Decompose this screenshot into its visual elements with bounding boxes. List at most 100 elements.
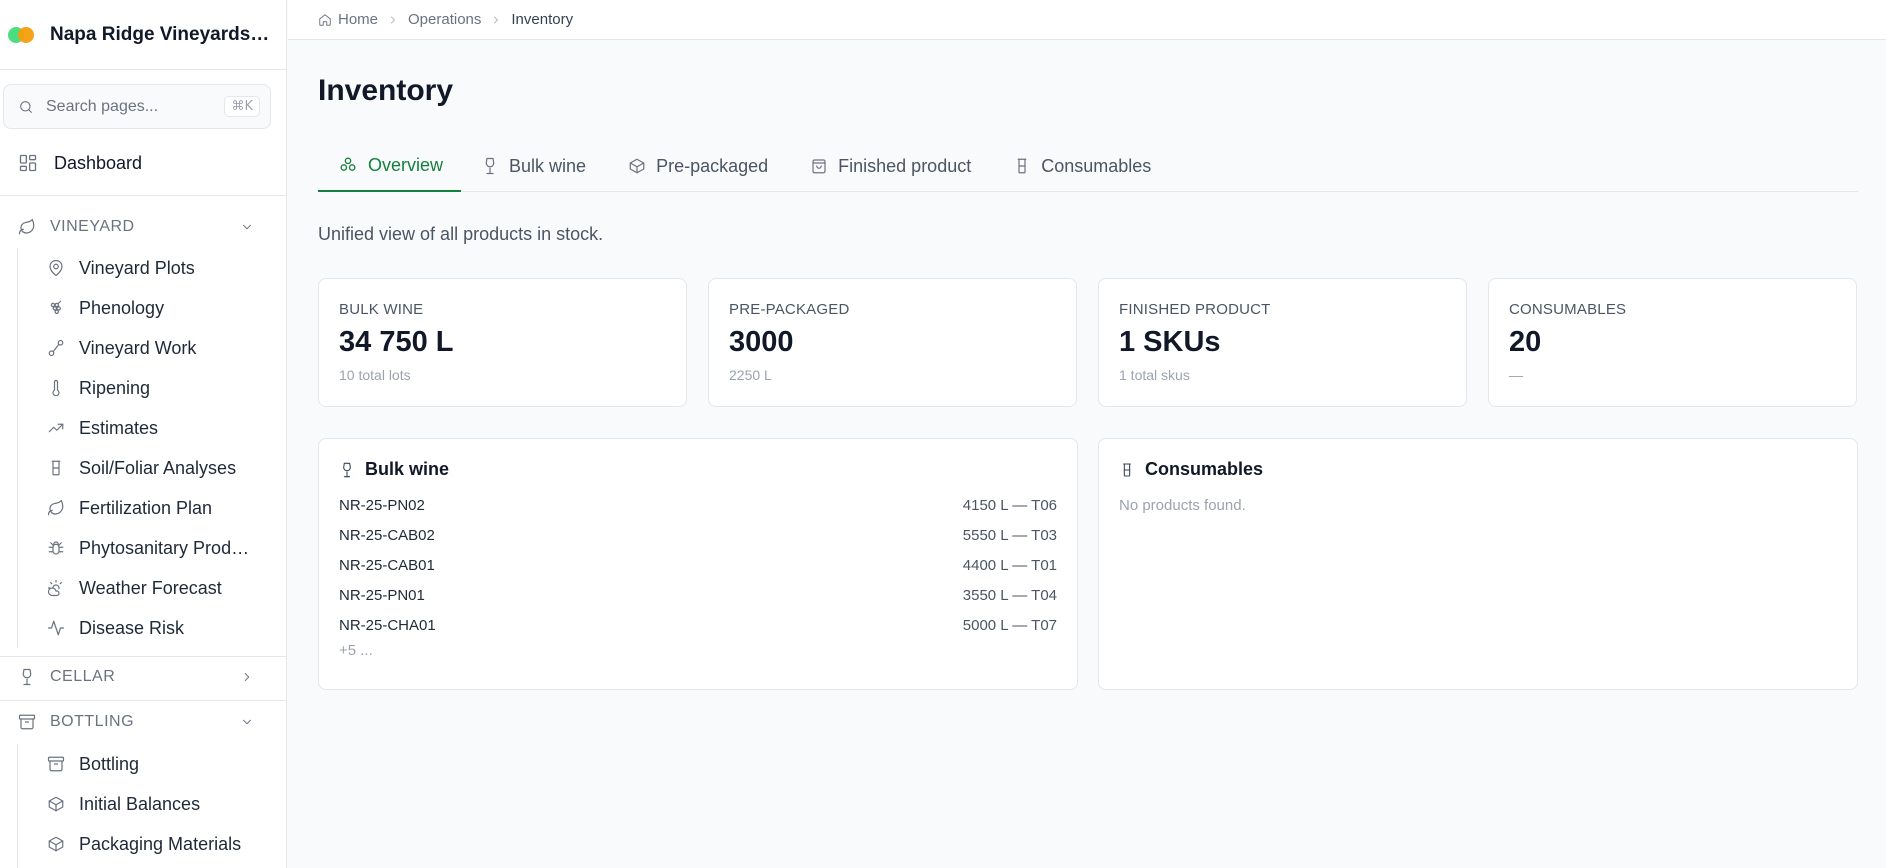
cloud-sun-icon (47, 579, 62, 597)
stat-card-consumables: CONSUMABLES 20 — (1488, 278, 1857, 407)
search-icon (18, 99, 34, 115)
sidebar-item-bottling[interactable]: Bottling (18, 744, 257, 784)
beaker-icon (1123, 462, 1131, 477)
sidebar-item-label: Bottling (79, 753, 140, 774)
sidebar-divider (0, 195, 286, 196)
stat-value: 20 (1509, 326, 1542, 358)
chevron-down-icon (240, 715, 254, 729)
breadcrumb-home[interactable]: Home (318, 11, 378, 28)
package-icon (48, 796, 64, 812)
list-item[interactable]: NR-25-PN02 4150 L — T06 (339, 490, 1057, 520)
sidebar-item-phenology[interactable]: Phenology (18, 288, 257, 328)
archive-icon (18, 713, 36, 731)
bulk-wine-panel: Bulk wine NR-25-PN02 4150 L — T06 NR-25-… (318, 438, 1078, 690)
trending-up-icon (48, 423, 64, 433)
app-logo (8, 26, 36, 44)
stat-value: 1 SKUs (1119, 326, 1221, 358)
list-item[interactable]: NR-25-CHA01 5000 L — T07 (339, 610, 1057, 640)
breadcrumb-label: Home (338, 11, 379, 28)
tab-bulk-wine[interactable]: Bulk wine (461, 140, 608, 192)
leaf-icon (18, 218, 36, 236)
sidebar-section-bottling[interactable]: BOTTLING (0, 707, 286, 737)
sidebar-item-estimates[interactable]: Estimates (18, 408, 257, 448)
sidebar-item-label: Soil/Foliar Analyses (79, 457, 237, 478)
panel-title: Bulk wine (365, 459, 450, 479)
tab-pre-packaged[interactable]: Pre-packaged (608, 140, 790, 192)
tab-consumables[interactable]: Consumables (993, 140, 1173, 192)
stat-subtext: 1 total skus (1119, 367, 1190, 383)
section-label: CELLAR (50, 668, 116, 685)
archive-icon (47, 756, 65, 772)
sidebar-item-label: Disease Risk (79, 617, 185, 638)
sidebar-item-label: Weather Forecast (79, 577, 222, 598)
sidebar-section-cellar[interactable]: CELLAR (0, 662, 286, 692)
grape-icon (50, 300, 62, 315)
stat-card-pre-packaged: PRE-PACKAGED 3000 2250 L (708, 278, 1077, 407)
list-item[interactable]: NR-25-CAB01 4400 L — T01 (339, 550, 1057, 580)
home-icon (319, 13, 331, 26)
tab-label: Finished product (838, 155, 972, 176)
bug-icon (48, 541, 64, 555)
search-placeholder: Search pages... (46, 97, 159, 115)
sidebar-divider (0, 700, 286, 701)
sidebar-item-soil-foliar-analyses[interactable]: Soil/Foliar Analyses (18, 448, 257, 488)
wine-icon (18, 668, 36, 686)
stat-card-bulk-wine: BULK WINE 34 750 L 10 total lots (318, 278, 687, 407)
sidebar-item-ripening[interactable]: Ripening (18, 368, 257, 408)
lot-code: NR-25-CHA01 (339, 616, 436, 634)
lot-code: NR-25-CAB02 (339, 526, 435, 544)
sidebar-item-label: Estimates (79, 417, 159, 438)
brand-header[interactable]: Napa Ridge Vineyards & Winery (0, 0, 286, 70)
activity-icon (47, 620, 65, 636)
stat-subtext: 2250 L (729, 367, 772, 383)
wine-glass-icon (343, 462, 351, 477)
stat-value: 3000 (729, 326, 794, 358)
sidebar-item-phytosanitary-products[interactable]: Phytosanitary Products (18, 528, 257, 568)
sidebar: Napa Ridge Vineyards & Winery Search pag… (0, 0, 287, 868)
section-label: VINEYARD (50, 218, 135, 235)
more-items-link[interactable]: +5 ... (339, 642, 1057, 659)
route-icon (48, 339, 64, 357)
tab-overview[interactable]: Overview (318, 140, 462, 192)
breadcrumb-operations[interactable]: Operations (408, 11, 481, 28)
stat-label: CONSUMABLES (1509, 301, 1627, 318)
bottling-submenu: Bottling Initial Balances Packaging Mate… (17, 744, 257, 868)
sidebar-item-label: Phenology (79, 297, 165, 318)
chevron-right-icon (240, 670, 254, 684)
list-item[interactable]: NR-25-CAB02 5550 L — T03 (339, 520, 1057, 550)
breadcrumb-current: Inventory (511, 11, 574, 28)
sidebar-item-label: Ripening (79, 377, 151, 398)
thermometer-icon (52, 379, 60, 397)
sidebar-item-label: Packaging Materials (79, 833, 242, 854)
list-item[interactable]: NR-25-PN01 3550 L — T04 (339, 580, 1057, 610)
tab-finished-product[interactable]: Finished product (790, 140, 993, 192)
sidebar-item-vineyard-work[interactable]: Vineyard Work (18, 328, 257, 368)
sidebar-item-disease-risk[interactable]: Disease Risk (18, 608, 257, 648)
search-input[interactable]: Search pages... ⌘K (3, 84, 271, 129)
page-description: Unified view of all products in stock. (318, 224, 604, 244)
search-shortcut: ⌘K (224, 96, 260, 117)
sidebar-item-dashboard[interactable]: Dashboard (0, 148, 286, 178)
lot-detail: 5550 L — T03 (962, 526, 1057, 544)
lot-code: NR-25-PN01 (339, 586, 425, 604)
stat-subtext: 10 total lots (339, 367, 411, 383)
sidebar-item-weather-forecast[interactable]: Weather Forecast (18, 568, 257, 608)
sidebar-divider (0, 656, 286, 657)
lot-detail: 3550 L — T04 (962, 586, 1057, 604)
package-icon (48, 836, 64, 852)
tab-label: Pre-packaged (656, 155, 769, 176)
leaf-icon (47, 499, 64, 516)
lot-code: NR-25-CAB01 (339, 556, 435, 574)
sidebar-item-packaging-materials[interactable]: Packaging Materials (18, 824, 257, 864)
sidebar-item-vineyard-plots[interactable]: Vineyard Plots (18, 248, 257, 288)
sidebar-item-fertilization-plan[interactable]: Fertilization Plan (18, 488, 257, 528)
sidebar-section-vineyard[interactable]: VINEYARD (0, 212, 286, 242)
sidebar-item-label: Phytosanitary Products (79, 537, 257, 558)
stat-label: BULK WINE (339, 301, 424, 318)
box-icon (629, 158, 645, 174)
sidebar-item-initial-balances[interactable]: Initial Balances (18, 784, 257, 824)
lot-detail: 4150 L — T06 (962, 496, 1057, 514)
sidebar-item-label: Initial Balances (79, 793, 201, 814)
grapes-icon (340, 157, 356, 171)
sidebar-item-label: Fertilization Plan (79, 497, 213, 518)
